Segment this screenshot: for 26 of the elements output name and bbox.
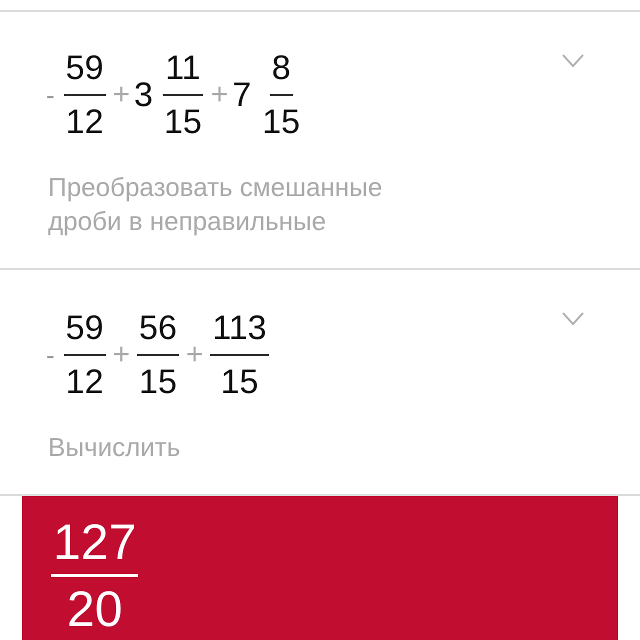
numerator: 59 <box>64 48 106 96</box>
denominator: 12 <box>64 102 104 142</box>
denominator: 12 <box>64 362 104 402</box>
plus-sign: + <box>112 338 130 372</box>
denominator: 20 <box>66 580 124 635</box>
step-description: Вычислить <box>48 431 182 464</box>
step-description: Преобразовать смешанные дроби в неправильные <box>48 171 384 238</box>
minus-sign: - <box>46 340 55 370</box>
numerator: 56 <box>137 308 179 356</box>
numerator: 113 <box>210 308 269 356</box>
chevron-icon[interactable] <box>562 312 584 326</box>
numerator: 59 <box>64 308 106 356</box>
plus-sign: + <box>186 338 204 372</box>
minus-sign: - <box>46 80 55 110</box>
numerator: 11 <box>163 48 203 96</box>
denominator: 15 <box>261 102 302 142</box>
numerator: 127 <box>51 516 138 577</box>
plus-sign: + <box>112 78 130 112</box>
whole-number: 3 <box>134 76 153 114</box>
plus-sign: + <box>210 78 228 112</box>
denominator: 15 <box>220 362 260 402</box>
numerator: 8 <box>270 48 293 96</box>
denominator: 15 <box>162 102 203 142</box>
whole-number: 7 <box>232 76 252 114</box>
chevron-icon[interactable] <box>562 54 584 68</box>
denominator: 15 <box>138 362 178 402</box>
